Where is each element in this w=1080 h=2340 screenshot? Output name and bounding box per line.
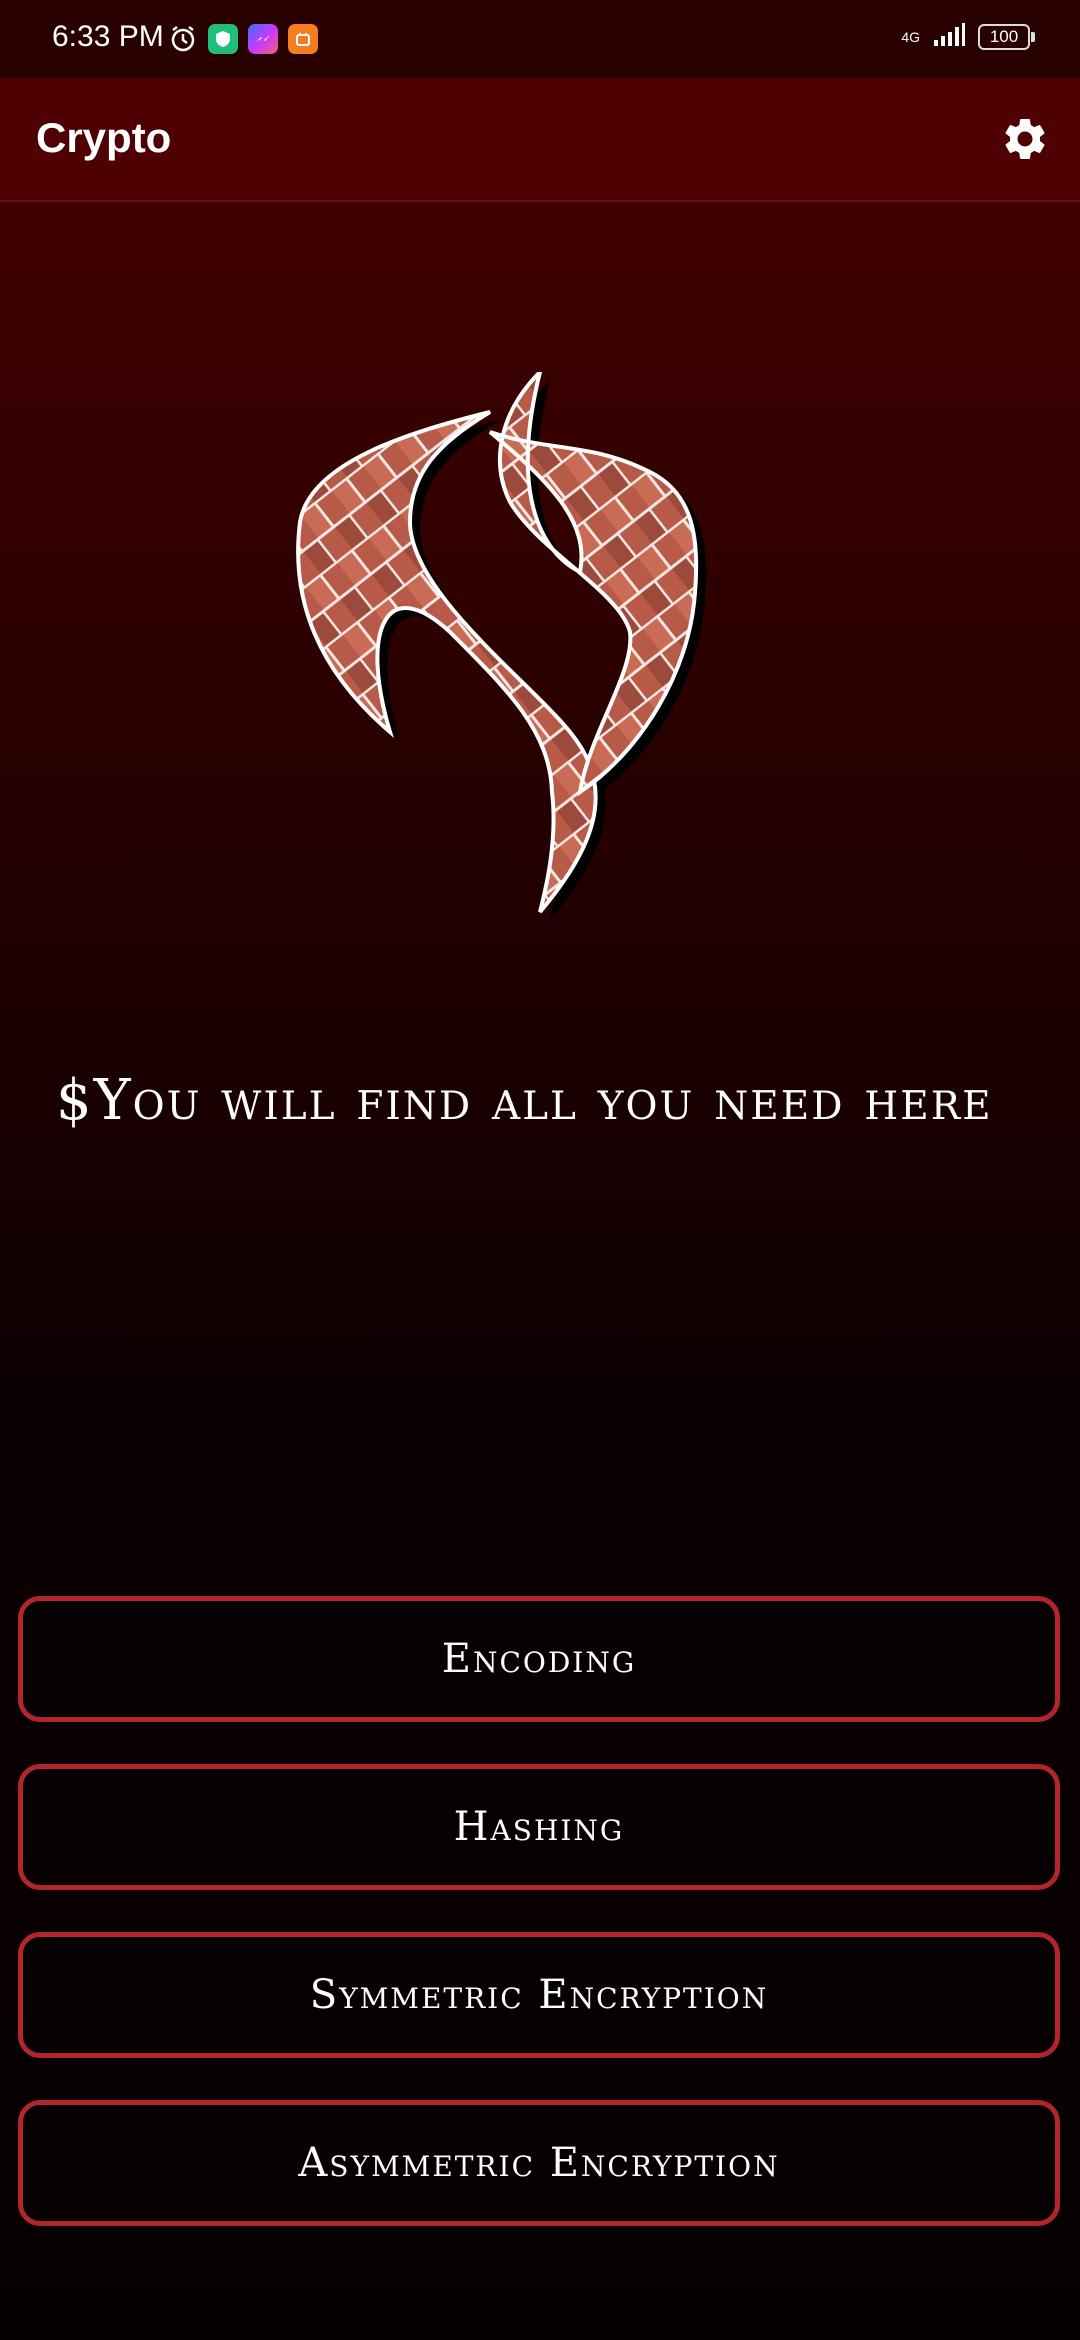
app-bar: Crypto — [0, 78, 1080, 202]
settings-button[interactable] — [1000, 114, 1050, 164]
asymmetric-encryption-button[interactable]: Asymmetric Encryption — [18, 2100, 1060, 2226]
network-label: 4G — [901, 29, 920, 45]
orange-app-icon — [288, 24, 318, 54]
battery-icon: 100 — [978, 24, 1035, 50]
status-right: 4G 100 — [901, 22, 1035, 52]
status-time: 6:33 PM — [52, 20, 164, 53]
alarm-icon — [168, 24, 198, 54]
symmetric-encryption-button[interactable]: Symmetric Encryption — [18, 1932, 1060, 2058]
encoding-button[interactable]: Encoding — [18, 1596, 1060, 1722]
app-title: Crypto — [36, 114, 172, 161]
shield-app-icon — [208, 24, 238, 54]
signal-icon — [932, 22, 966, 52]
messenger-icon — [248, 24, 278, 54]
status-icons — [168, 24, 318, 54]
tagline: $You will find all you need here — [56, 1068, 993, 1133]
app-logo — [290, 365, 790, 932]
hashing-button[interactable]: Hashing — [18, 1764, 1060, 1890]
status-bar: 6:33 PM 4G 100 — [0, 0, 1080, 78]
gear-icon — [1005, 118, 1045, 159]
